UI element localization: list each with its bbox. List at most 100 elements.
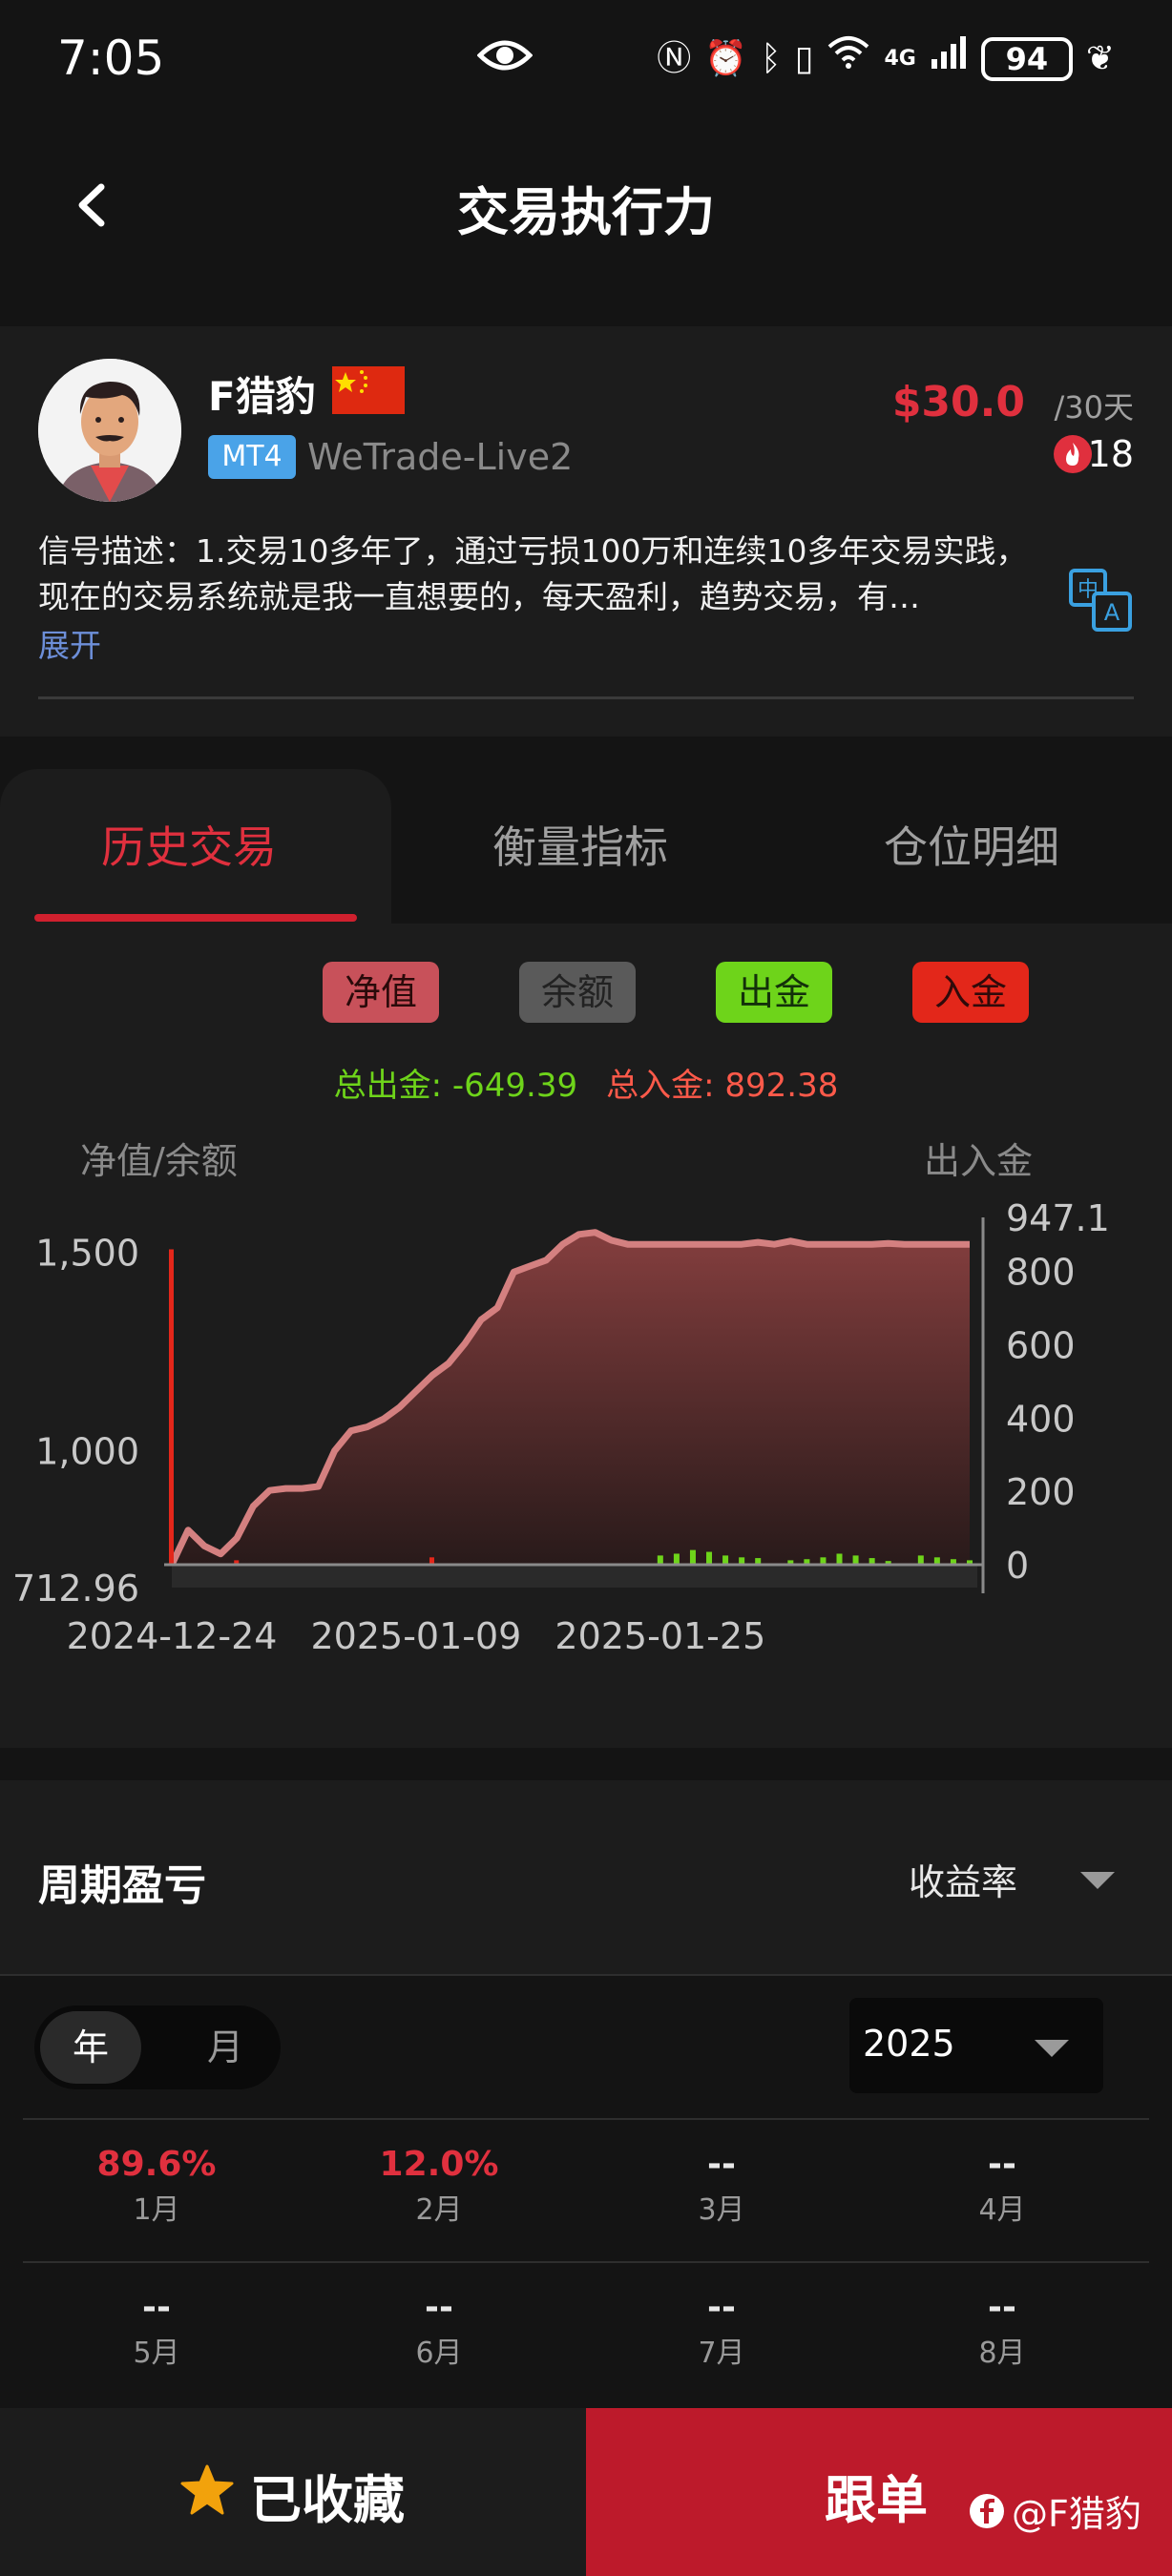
withdraw-bar — [689, 1549, 696, 1565]
star-icon — [179, 2463, 235, 2521]
vibrate-icon: ▯ — [794, 38, 814, 78]
right-axis-label: 出入金 — [924, 1140, 1033, 1182]
caret-down-icon[interactable] — [1078, 1870, 1117, 1895]
wifi-icon — [827, 35, 870, 82]
equity-chart: 净值/余额 出入金 1,500 1,000 712.96 947.1 800 600 400… — [12, 1140, 1110, 1657]
follow-label: 跟单 — [825, 2470, 928, 2530]
signal-icon — [930, 34, 968, 83]
caret-down-icon — [1033, 2038, 1071, 2063]
hot-count: 18 — [1087, 433, 1134, 475]
platform-badge: MT4 — [208, 435, 296, 479]
leaf-icon: ❦ — [1085, 38, 1115, 78]
month-cell[interactable]: -- 3月 — [588, 2145, 855, 2228]
year-value: 2025 — [863, 2023, 955, 2065]
legend-balance[interactable]: 余额 — [519, 962, 636, 1023]
month-return: -- — [988, 2145, 1016, 2184]
watermark-text: @F猎豹 — [1012, 2493, 1141, 2535]
month-return: -- — [707, 2288, 736, 2327]
plot-baseline-strip — [172, 1565, 977, 1588]
expand-link[interactable]: 展开 — [38, 620, 101, 666]
divider — [23, 2118, 1149, 2120]
month-cell[interactable]: -- 7月 — [588, 2288, 855, 2371]
month-name: 1月 — [133, 2193, 180, 2227]
month-name: 4月 — [978, 2193, 1026, 2227]
total-withdraw: 总出金: -649.39 — [333, 1067, 578, 1105]
battery-indicator: 94 — [980, 36, 1073, 81]
tab-history-trades[interactable]: 历史交易 — [101, 813, 277, 876]
metric-selector[interactable]: 收益率 — [909, 1853, 1017, 1905]
month-return: -- — [425, 2288, 453, 2327]
server-name: WeTrade-Live2 — [307, 436, 574, 478]
status-icons: Ⓝ ⏰ ᛒ ▯ 4G 94 ❦ — [657, 34, 1115, 83]
nfc-icon: Ⓝ — [657, 38, 692, 78]
month-name: 7月 — [698, 2337, 745, 2370]
withdraw-bar — [836, 1553, 843, 1565]
avatar[interactable] — [38, 359, 181, 502]
left-tick-label: 1,500 — [35, 1232, 139, 1274]
deposit-bar — [169, 1249, 174, 1565]
active-tab-indicator — [34, 914, 357, 922]
x-tick-label: 2025-01-09 — [310, 1615, 521, 1657]
bluetooth-icon: ᛒ — [761, 38, 782, 78]
favorite-label: 已收藏 — [250, 2470, 405, 2530]
provider-name: F猎豹 — [208, 373, 316, 420]
signal-description: 信号描述：1.交易10多年了，通过亏损100万和连续10多年交易实践，现在的交易… — [38, 532, 1028, 615]
page-title: 交易执行力 — [457, 182, 715, 242]
month-cell[interactable]: -- 6月 — [305, 2288, 573, 2371]
left-tick-label: 712.96 — [12, 1568, 139, 1610]
avatar-illustration — [38, 359, 181, 502]
equity-area — [172, 1232, 970, 1565]
right-tick-label: 200 — [1006, 1471, 1076, 1513]
month-cell[interactable]: 89.6% 1月 — [23, 2145, 290, 2228]
svg-text:A: A — [1104, 599, 1120, 626]
right-tick-label: 400 — [1006, 1398, 1076, 1440]
month-cell[interactable]: -- 8月 — [869, 2288, 1136, 2371]
totals-summary: 总出金: -649.39 总入金: 892.38 — [0, 1059, 1172, 1106]
right-tick-label: 0 — [1006, 1545, 1029, 1587]
translate-icon[interactable]: 中A — [1067, 567, 1134, 637]
legend-equity[interactable]: 净值 — [323, 962, 439, 1023]
eye-icon — [476, 36, 534, 78]
left-tick-label: 1,000 — [35, 1431, 139, 1473]
status-time: 7:05 — [57, 31, 165, 86]
month-return: -- — [707, 2145, 736, 2184]
month-name: 2月 — [415, 2193, 463, 2227]
watermark: @F猎豹 — [968, 2484, 1141, 2537]
month-return: 12.0% — [379, 2145, 499, 2184]
month-name: 5月 — [133, 2337, 180, 2370]
x-tick-label: 2024-12-24 — [67, 1615, 278, 1657]
tab-metrics[interactable]: 衡量指标 — [492, 813, 668, 876]
network-type: 4G — [884, 46, 916, 71]
right-tick-label: 947.1 — [1006, 1197, 1110, 1239]
legend-deposit[interactable]: 入金 — [912, 962, 1029, 1023]
fire-icon — [1054, 435, 1092, 473]
subscription-price: $30.0 — [891, 378, 1025, 426]
toggle-month[interactable]: 月 — [178, 2011, 273, 2084]
month-cell[interactable]: -- 5月 — [23, 2288, 290, 2371]
x-tick-label: 2025-01-25 — [555, 1615, 765, 1657]
period-pl-title: 周期盈亏 — [38, 1861, 206, 1910]
month-return: -- — [988, 2288, 1016, 2327]
legend-withdraw[interactable]: 出金 — [716, 962, 832, 1023]
right-tick-label: 800 — [1006, 1252, 1076, 1294]
month-return: 89.6% — [96, 2145, 217, 2184]
withdraw-bar — [706, 1551, 713, 1565]
divider — [0, 1974, 1172, 1976]
tab-positions[interactable]: 仓位明细 — [884, 813, 1059, 876]
left-axis-label: 净值/余额 — [80, 1140, 238, 1182]
right-tick-label: 600 — [1006, 1324, 1076, 1366]
month-name: 3月 — [698, 2193, 745, 2227]
month-cell[interactable]: -- 4月 — [869, 2145, 1136, 2228]
platform-logo-icon — [970, 2493, 1004, 2528]
month-cell[interactable]: 12.0% 2月 — [305, 2145, 573, 2228]
month-name: 6月 — [415, 2337, 463, 2370]
subscription-period: /30天 — [1054, 389, 1134, 426]
month-name: 8月 — [978, 2337, 1026, 2370]
withdraw-bar — [673, 1553, 680, 1565]
alarm-icon: ⏰ — [704, 38, 748, 78]
china-flag-icon — [332, 366, 405, 414]
toggle-year[interactable]: 年 — [40, 2011, 141, 2084]
divider — [38, 696, 1134, 699]
total-deposit: 总入金: 892.38 — [606, 1067, 839, 1105]
divider — [23, 2261, 1149, 2263]
